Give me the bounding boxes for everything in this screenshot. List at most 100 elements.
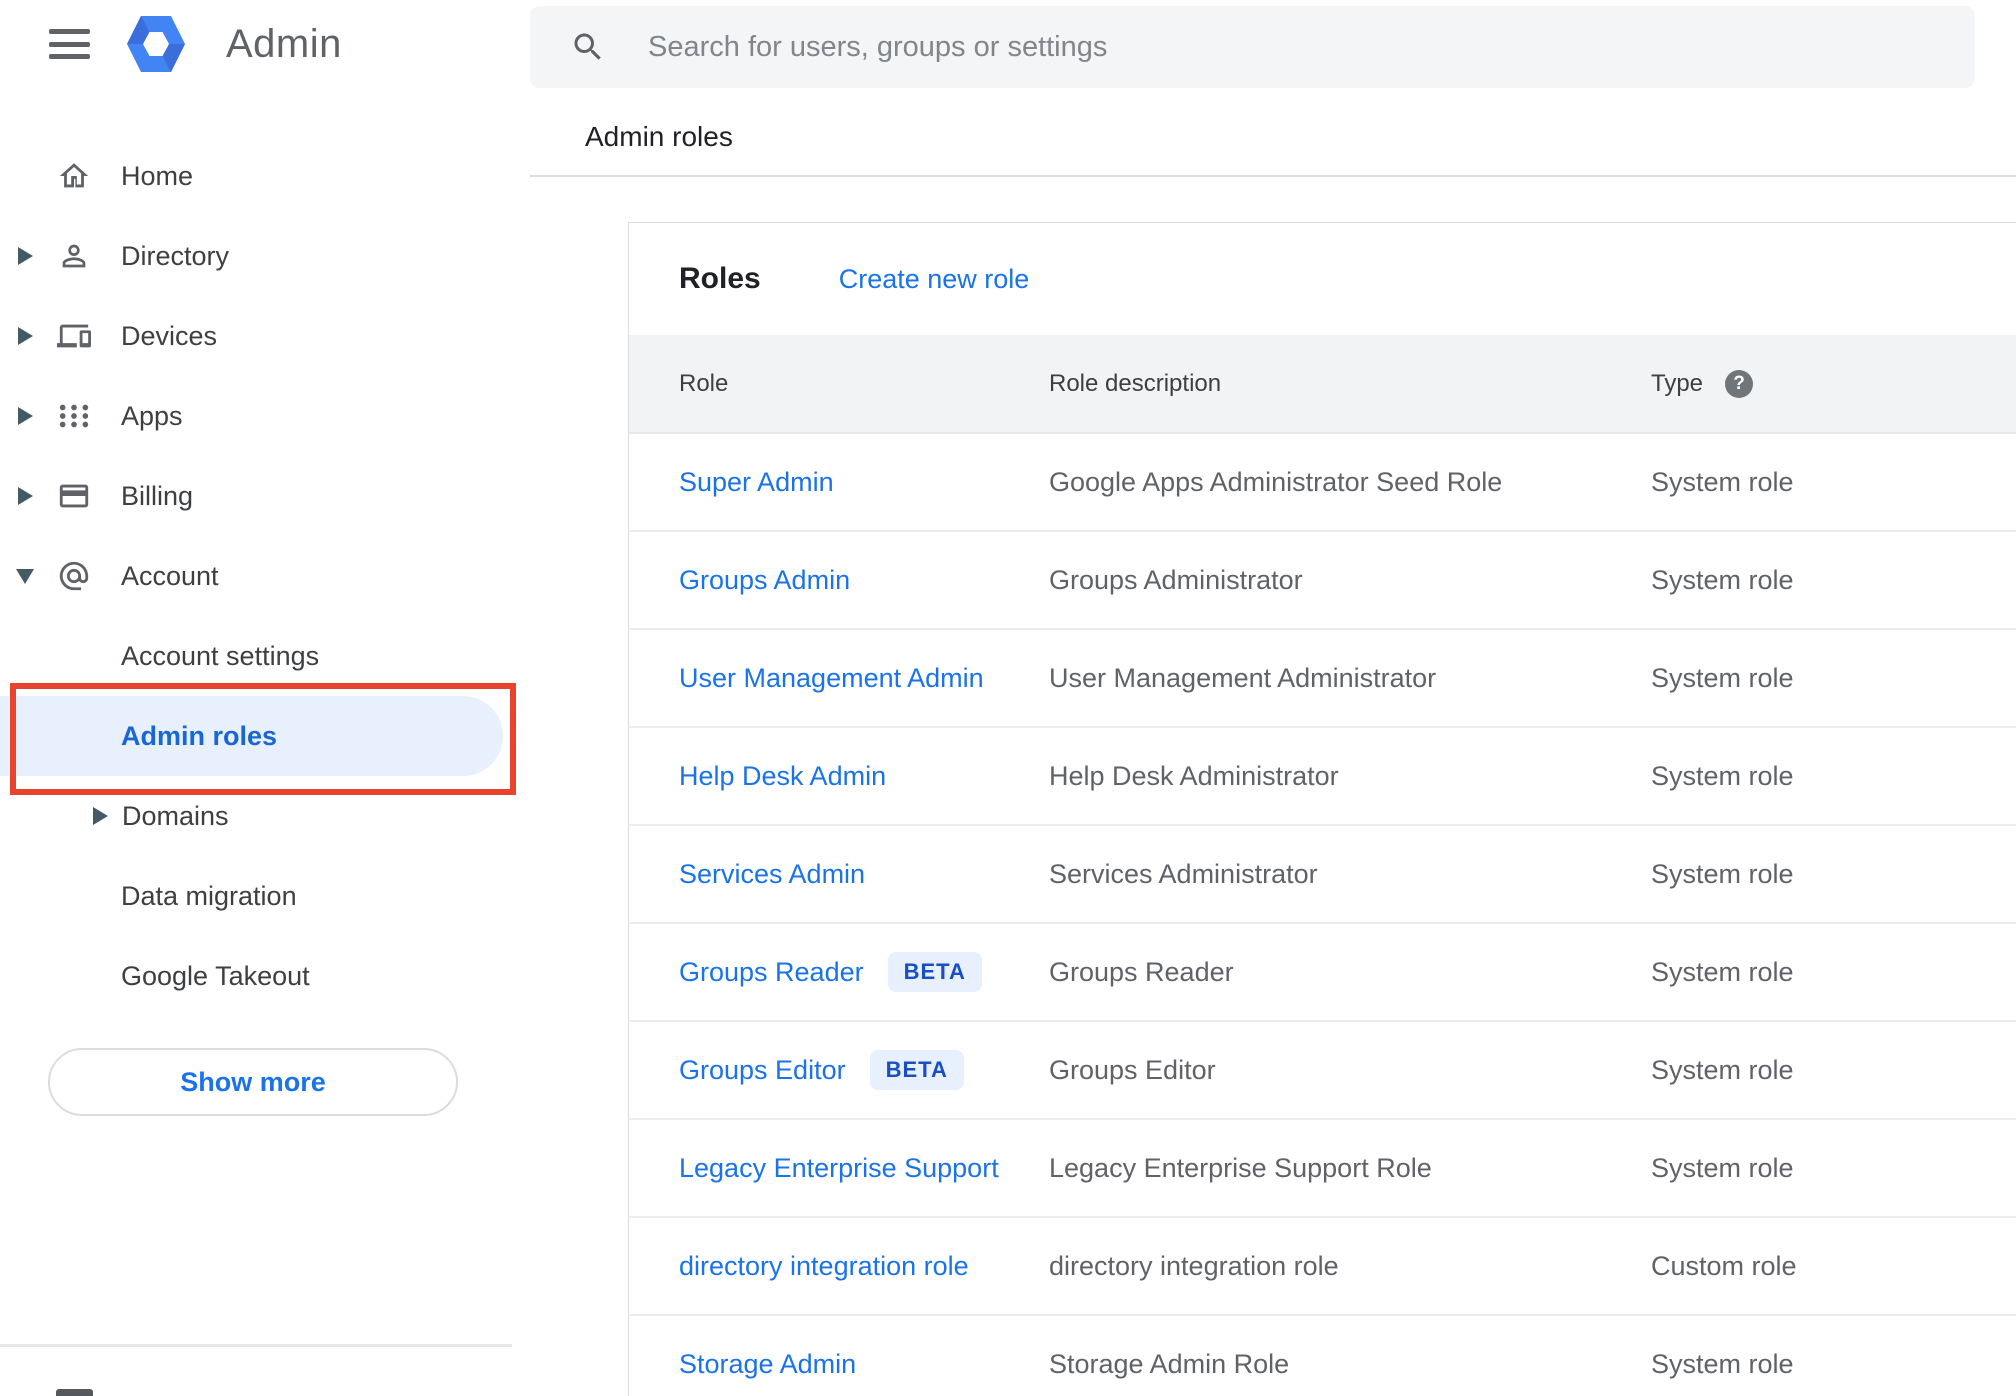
role-type-text: System role <box>1651 760 1794 791</box>
role-link[interactable]: User Management Admin <box>679 663 984 694</box>
show-more-button[interactable]: Show more <box>48 1048 458 1116</box>
role-link[interactable]: Groups Reader <box>679 957 864 988</box>
role-cell: Super Admin <box>629 467 1049 498</box>
role-description-cell: User Management Administrator <box>1049 663 1651 694</box>
role-type-cell: System role <box>1651 859 2016 890</box>
role-link[interactable]: Groups Admin <box>679 565 850 596</box>
role-description-cell: Google Apps Administrator Seed Role <box>1049 467 1651 498</box>
table-row: Legacy Enterprise Support Legacy Enterpri… <box>629 1120 2016 1218</box>
role-cell: Storage Admin <box>629 1349 1049 1380</box>
sidebar-item-account-settings[interactable]: Account settings <box>0 616 530 696</box>
sidebar-item-domains[interactable]: Domains <box>0 776 530 856</box>
table-row: Super Admin Google Apps Administrator See… <box>629 434 2016 532</box>
role-cell: Help Desk Admin <box>629 761 1049 792</box>
table-row: Groups Reader BETA Groups Reader System rol… <box>629 924 2016 1022</box>
role-type-text: System role <box>1651 662 1794 693</box>
expand-arrow-icon[interactable] <box>17 487 33 505</box>
role-description-cell: Storage Admin Role <box>1049 1349 1651 1380</box>
role-link[interactable]: Super Admin <box>679 467 834 498</box>
search-input[interactable] <box>648 30 1848 64</box>
sidebar-item-label: Google Takeout <box>121 960 310 991</box>
panel-title: Roles <box>679 262 761 295</box>
role-link[interactable]: Help Desk Admin <box>679 761 886 792</box>
table-row: Help Desk Admin Help Desk Administrator Sy… <box>629 728 2016 826</box>
sidebar-header: Admin <box>0 0 530 90</box>
sidebar-item-apps[interactable]: Apps <box>0 376 530 456</box>
admin-console-page: Admin Home Directory Devices Apps Billing Acc… <box>0 0 2016 1396</box>
sidebar-item-billing[interactable]: Billing <box>0 456 530 536</box>
expand-arrow-icon[interactable] <box>93 807 108 825</box>
billing-icon <box>57 479 91 513</box>
table-header-row: Role Role description Type ? <box>629 335 2016 434</box>
sidebar-item-label: Apps <box>121 400 183 431</box>
sidebar-item-label: Billing <box>121 480 194 511</box>
home-icon <box>57 159 91 193</box>
search-bar <box>530 6 1975 88</box>
roles-panel: Roles Create new role Role Role descript… <box>628 222 2016 1396</box>
role-type-text: System role <box>1651 1152 1794 1183</box>
sidebar-item-label: Account settings <box>121 640 320 671</box>
role-link[interactable]: Legacy Enterprise Support <box>679 1153 999 1184</box>
sidebar-nav: Home Directory Devices Apps Billing Account Ac… <box>0 136 530 1016</box>
sidebar-item-label: Directory <box>121 240 230 271</box>
role-type-cell: System role <box>1651 663 2016 694</box>
admin-logo-wordmark[interactable]: Admin <box>226 22 342 67</box>
role-description-text: User Management Administrator <box>1049 662 1437 693</box>
role-type-text: Custom role <box>1651 1250 1797 1281</box>
admin-logo-icon[interactable] <box>127 15 185 73</box>
role-description-cell: Services Administrator <box>1049 859 1651 890</box>
role-link[interactable]: Storage Admin <box>679 1349 856 1380</box>
role-description-cell: Legacy Enterprise Support Role <box>1049 1153 1651 1184</box>
role-description-text: Groups Editor <box>1049 1054 1216 1085</box>
role-type-cell: System role <box>1651 1349 2016 1380</box>
role-description-text: Groups Reader <box>1049 956 1234 987</box>
sidebar-item-directory[interactable]: Directory <box>0 216 530 296</box>
role-link[interactable]: Groups Editor <box>679 1055 846 1086</box>
role-description-cell: Groups Editor <box>1049 1055 1651 1086</box>
role-description-cell: Help Desk Administrator <box>1049 761 1651 792</box>
apps-icon <box>57 399 91 433</box>
sidebar-item-label: Domains <box>122 800 229 831</box>
sidebar-item-data-migration[interactable]: Data migration <box>0 856 530 936</box>
sidebar-item-home[interactable]: Home <box>0 136 530 216</box>
role-description-text: Services Administrator <box>1049 858 1318 889</box>
role-cell: Groups Admin <box>629 565 1049 596</box>
role-type-text: System role <box>1651 858 1794 889</box>
table-row: Storage Admin Storage Admin Role System ro… <box>629 1316 2016 1396</box>
role-cell: Services Admin <box>629 859 1049 890</box>
role-link[interactable]: Services Admin <box>679 859 865 890</box>
sidebar-item-label: Data migration <box>121 880 297 911</box>
role-description-text: Legacy Enterprise Support Role <box>1049 1152 1432 1183</box>
role-cell: directory integration role <box>629 1251 1049 1282</box>
role-description-cell: directory integration role <box>1049 1251 1651 1282</box>
roles-table-body: Super Admin Google Apps Administrator See… <box>629 434 2016 1396</box>
role-type-cell: System role <box>1651 1055 2016 1086</box>
account-icon <box>57 559 91 593</box>
sidebar-item-admin-roles[interactable]: Admin roles <box>0 696 503 776</box>
sidebar-item-label: Devices <box>121 320 218 351</box>
search-icon <box>574 33 601 60</box>
sidebar-item-devices[interactable]: Devices <box>0 296 530 376</box>
table-row: Groups Admin Groups Administrator System r… <box>629 532 2016 630</box>
create-new-role-link[interactable]: Create new role <box>839 264 1030 295</box>
breadcrumb-divider <box>530 175 2016 177</box>
beta-badge: BETA <box>887 952 982 992</box>
beta-badge: BETA <box>869 1050 964 1090</box>
role-cell: Groups Editor BETA <box>629 1050 1049 1090</box>
help-icon[interactable]: ? <box>1725 369 1754 398</box>
collapse-arrow-icon[interactable] <box>16 568 34 584</box>
expand-arrow-icon[interactable] <box>17 327 33 345</box>
sidebar-item-account[interactable]: Account <box>0 536 530 616</box>
role-description-cell: Groups Administrator <box>1049 565 1651 596</box>
role-type-text: System role <box>1651 564 1794 595</box>
expand-arrow-icon[interactable] <box>17 407 33 425</box>
hamburger-menu-icon[interactable] <box>49 29 90 59</box>
column-header-type: Type ? <box>1651 369 2016 398</box>
sidebar-item-google-takeout[interactable]: Google Takeout <box>0 936 530 1016</box>
table-row: Services Admin Services Administrator Syst… <box>629 826 2016 924</box>
role-description-text: Help Desk Administrator <box>1049 760 1339 791</box>
role-cell: Legacy Enterprise Support <box>629 1153 1049 1184</box>
expand-arrow-icon[interactable] <box>17 247 33 265</box>
role-link[interactable]: directory integration role <box>679 1251 969 1282</box>
role-description-text: Google Apps Administrator Seed Role <box>1049 466 1503 497</box>
